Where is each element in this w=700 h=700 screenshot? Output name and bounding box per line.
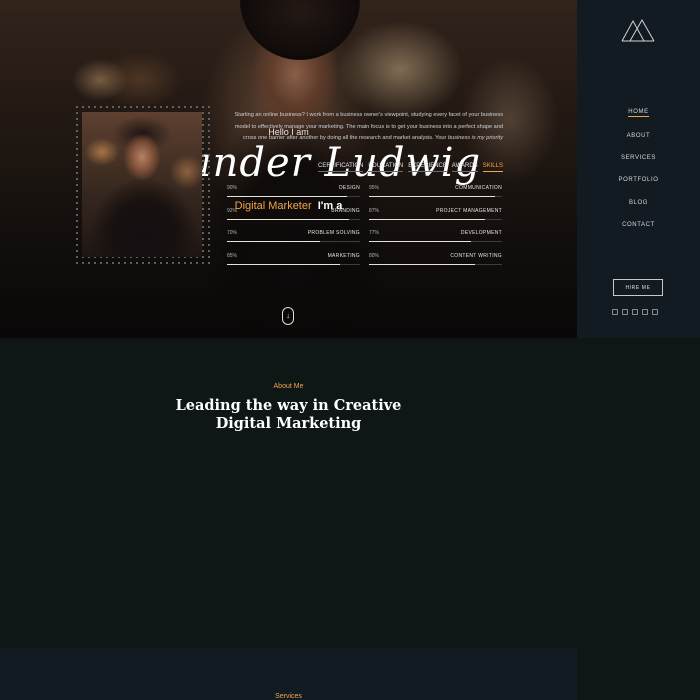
skill-percent: 85% — [227, 252, 238, 259]
instagram-icon[interactable] — [632, 309, 638, 315]
skill-percent: 70% — [227, 230, 238, 236]
skill-percent: 90% — [227, 185, 238, 191]
nav-item-label: CONTACT — [622, 222, 655, 229]
skill-row: 80% CONTENT WRITING — [369, 253, 502, 276]
skill-row: 87% PROJECT MANAGEMENT — [369, 208, 502, 231]
skill-progress-fill — [227, 218, 350, 220]
nav-item-contact[interactable]: CONTACT — [577, 214, 700, 236]
hire-me-button[interactable]: HIRE ME — [613, 279, 663, 296]
skill-name: BRANDING — [331, 207, 360, 214]
skill-name: PROJECT MANAGEMENT — [436, 207, 502, 214]
about-label: About Me — [273, 383, 304, 390]
arrow-down-icon: ↓ — [286, 311, 290, 320]
services-section: Services — [0, 648, 577, 700]
tab-education[interactable]: EDUCATION — [368, 163, 404, 172]
skill-progress-fill — [369, 263, 476, 265]
about-description: Starting an online business? I work from… — [226, 110, 503, 145]
skill-progress-fill — [227, 263, 341, 265]
skill-progress-fill — [369, 241, 472, 242]
about-photo — [82, 112, 202, 257]
sidebar: HOME ABOUT SERVICES PORTFOLIO BLOG CONTACT HI… — [577, 0, 700, 338]
facebook-icon[interactable] — [612, 309, 618, 315]
about-tabs: CERTIFICATION EDUCATION EXPERIENCE AWARDS SK… — [318, 163, 503, 172]
twitter-icon[interactable] — [622, 309, 628, 315]
about-title-line2: Digital Marketing — [215, 415, 362, 432]
skill-progress-fill — [227, 241, 321, 242]
about-title-line1: Leading the way in Creative — [175, 397, 402, 414]
skill-percent: 80% — [369, 252, 380, 259]
skill-row: 70% PROBLEM SOLVING — [227, 230, 360, 253]
skill-name: CONTENT WRITING — [450, 252, 502, 259]
skill-progress-bar — [227, 263, 360, 265]
skill-row: 85% MARKETING — [227, 253, 360, 276]
tab-awards[interactable]: AWARDS — [451, 163, 478, 172]
youtube-icon[interactable] — [652, 309, 658, 315]
skill-name: MARKETING — [327, 252, 360, 259]
nav-item-portfolio[interactable]: PORTFOLIO — [577, 169, 700, 191]
scroll-down-button[interactable]: ↓ — [282, 307, 294, 325]
tab-experience[interactable]: EXPERIENCE — [408, 163, 447, 172]
skill-progress-bar — [227, 241, 360, 242]
skill-percent: 92% — [227, 207, 238, 214]
nav-item-services[interactable]: SERVICES — [577, 147, 700, 169]
skill-row: 92% BRANDING — [227, 208, 360, 231]
logo[interactable] — [621, 17, 655, 48]
skills-list: 90% DESIGN 95% COMMUNICATION 92% BRANDING 87% P… — [227, 185, 503, 275]
about-text-emphasis: business is my priority — [447, 135, 503, 141]
nav-item-blog[interactable]: BLOG — [577, 192, 700, 214]
skill-row: 90% DESIGN — [227, 185, 360, 208]
nav-item-label: BLOG — [628, 199, 649, 206]
nav-item-label: PORTFOLIO — [618, 177, 659, 184]
skill-name: PROBLEM SOLVING — [307, 230, 360, 236]
skill-progress-bar — [227, 196, 360, 197]
skill-percent: 77% — [369, 230, 380, 236]
skill-row: 77% DEVELOPMENT — [369, 230, 502, 253]
mountain-logo-icon — [621, 18, 655, 42]
skill-progress-fill — [369, 196, 496, 197]
main-nav: HOME ABOUT SERVICES PORTFOLIO BLOG CONTACT — [577, 102, 700, 236]
services-label: Services — [275, 693, 302, 700]
skill-percent: 87% — [369, 207, 380, 214]
skill-progress-fill — [369, 218, 485, 220]
about-title: Leading the way in Creative Digital Mark… — [0, 397, 577, 433]
about-section: About Me Leading the way in Creative Dig… — [0, 338, 700, 648]
skill-row: 95% COMMUNICATION — [369, 185, 502, 208]
skill-progress-bar — [369, 263, 502, 265]
nav-item-label: SERVICES — [620, 154, 657, 161]
skill-progress-bar — [369, 196, 502, 197]
skill-progress-bar — [227, 218, 360, 220]
nav-item-label: HOME — [628, 109, 649, 118]
tab-certification[interactable]: CERTIFICATION — [318, 163, 364, 172]
skill-progress-fill — [227, 196, 347, 197]
nav-item-about[interactable]: ABOUT — [577, 124, 700, 146]
nav-item-home[interactable]: HOME — [577, 102, 700, 124]
nav-item-label: ABOUT — [626, 132, 651, 139]
skill-name: DESIGN — [339, 185, 360, 191]
skill-percent: 95% — [369, 185, 380, 191]
skill-progress-bar — [369, 218, 502, 220]
skill-progress-bar — [369, 241, 502, 242]
linkedin-icon[interactable] — [642, 309, 648, 315]
tab-skills[interactable]: SKILLS — [482, 163, 503, 172]
skill-name: DEVELOPMENT — [460, 230, 502, 236]
skill-name: COMMUNICATION — [455, 185, 502, 191]
social-links — [612, 309, 658, 315]
